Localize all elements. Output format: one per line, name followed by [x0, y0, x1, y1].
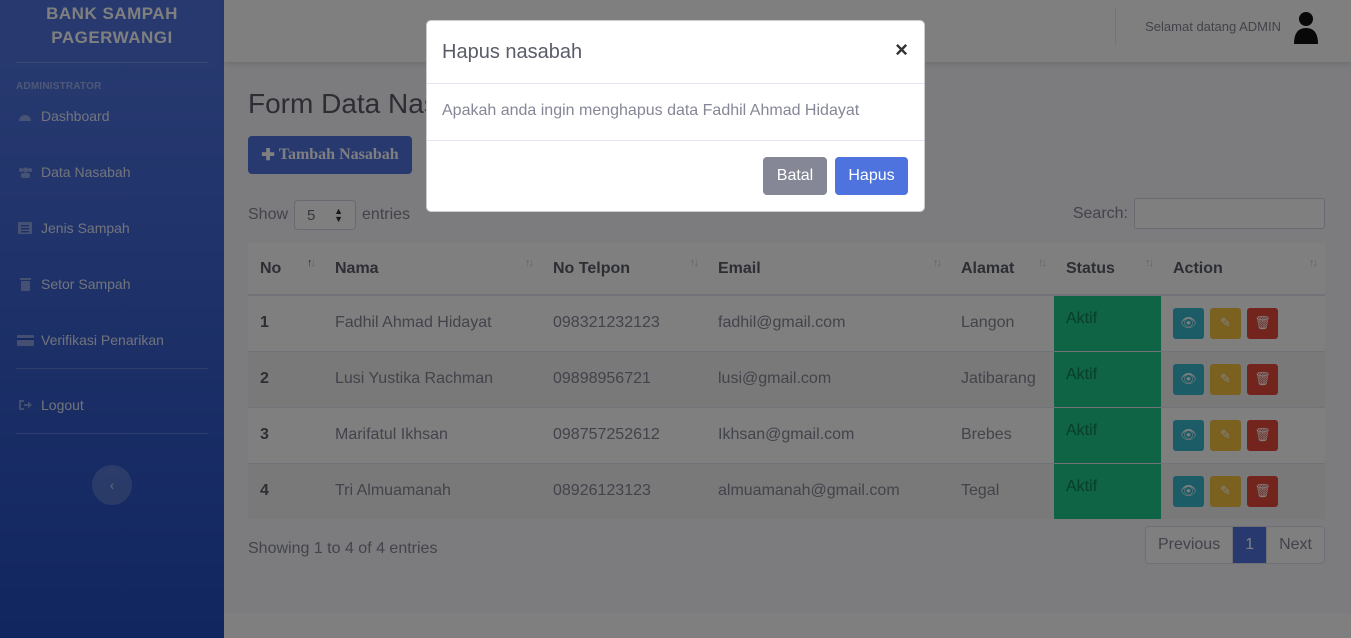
confirm-delete-button[interactable]: Hapus	[835, 157, 908, 195]
delete-confirm-modal: Hapus nasabah × Apakah anda ingin mengha…	[426, 20, 925, 212]
close-icon[interactable]: ×	[895, 37, 908, 63]
modal-body: Apakah anda ingin menghapus data Fadhil …	[427, 84, 924, 141]
modal-message: Apakah anda ingin menghapus data Fadhil …	[442, 102, 860, 119]
modal-title: Hapus nasabah	[442, 41, 583, 63]
modal-footer: Batal Hapus	[427, 141, 924, 211]
modal-header: Hapus nasabah ×	[427, 21, 924, 84]
cancel-button[interactable]: Batal	[763, 157, 827, 195]
